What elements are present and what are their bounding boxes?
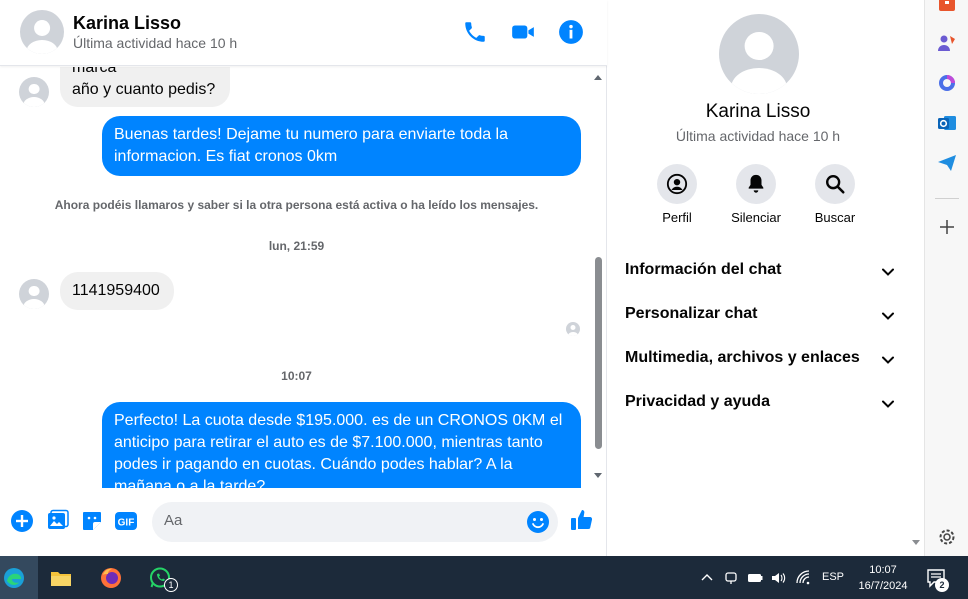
send-icon[interactable] bbox=[936, 152, 958, 174]
message-text: 1141959400 bbox=[72, 282, 160, 299]
message-text: marca bbox=[72, 67, 117, 76]
whatsapp-badge: 1 bbox=[164, 578, 178, 592]
message-outgoing[interactable]: Perfecto! La cuota desde $195.000. es de… bbox=[102, 402, 581, 488]
contact-avatar-small bbox=[19, 77, 49, 107]
mute-button[interactable]: Silenciar bbox=[720, 164, 792, 225]
phone-icon[interactable] bbox=[462, 19, 488, 45]
message-scrollbar[interactable] bbox=[593, 67, 607, 488]
message-input-box[interactable] bbox=[152, 502, 558, 542]
info-contact-status: Última actividad hace 10 h bbox=[675, 128, 841, 144]
sidebar-divider bbox=[935, 198, 959, 199]
search-button[interactable]: Buscar bbox=[799, 164, 871, 225]
chevron-up-icon[interactable] bbox=[699, 570, 715, 586]
outlook-icon[interactable] bbox=[936, 112, 958, 134]
contact-avatar[interactable] bbox=[20, 10, 64, 54]
emoji-icon[interactable] bbox=[526, 510, 550, 534]
clock-time: 10:07 bbox=[869, 564, 897, 576]
message-input[interactable] bbox=[164, 512, 514, 529]
plus-icon[interactable] bbox=[10, 509, 34, 533]
mute-label: Silenciar bbox=[731, 210, 781, 225]
system-notice: Ahora podéis llamaros y saber si la otra… bbox=[54, 198, 539, 212]
scroll-down-arrow[interactable] bbox=[594, 473, 602, 478]
message-text: Perfecto! La cuota desde $195.000. es de… bbox=[114, 412, 563, 488]
video-call-icon[interactable] bbox=[510, 19, 536, 45]
section-privacy-support[interactable]: Privacidad y ayuda bbox=[625, 393, 895, 421]
contact-name[interactable]: Karina Lisso bbox=[73, 13, 181, 34]
section-media-files-links[interactable]: Multimedia, archivos y enlaces bbox=[625, 349, 895, 377]
contact-status: Última actividad hace 10 h bbox=[73, 35, 238, 51]
profile-icon bbox=[657, 164, 697, 204]
games-icon[interactable] bbox=[936, 32, 958, 54]
taskbar-clock[interactable]: 10:07 16/7/2024 bbox=[850, 562, 916, 594]
thumbs-up-icon[interactable] bbox=[570, 508, 596, 534]
scroll-up-arrow[interactable] bbox=[594, 75, 602, 80]
chevron-down-icon bbox=[882, 356, 894, 364]
bell-icon bbox=[736, 164, 776, 204]
scroll-thumb[interactable] bbox=[595, 257, 602, 449]
info-contact-name: Karina Lisso bbox=[705, 101, 811, 122]
battery-icon[interactable] bbox=[747, 570, 763, 586]
clock-date: 16/7/2024 bbox=[858, 580, 908, 592]
chevron-down-icon bbox=[882, 312, 894, 320]
message-text: año y cuanto pedis? bbox=[72, 81, 216, 98]
section-label: Multimedia, archivos y enlaces bbox=[625, 349, 860, 366]
contact-avatar-large[interactable] bbox=[719, 14, 799, 94]
message-list[interactable]: marca año y cuanto pedis? Buenas tardes!… bbox=[0, 67, 593, 488]
meet-now-icon[interactable] bbox=[723, 570, 739, 586]
profile-label: Perfil bbox=[662, 210, 692, 225]
message-outgoing[interactable]: Buenas tardes! Dejame tu numero para env… bbox=[102, 116, 581, 176]
chevron-down-icon bbox=[882, 400, 894, 408]
file-explorer-icon[interactable] bbox=[38, 556, 84, 599]
composer: GIF bbox=[0, 496, 607, 551]
chevron-down-icon bbox=[882, 268, 894, 276]
settings-gear-icon[interactable] bbox=[936, 526, 958, 548]
section-label: Personalizar chat bbox=[625, 305, 758, 322]
gif-icon[interactable]: GIF bbox=[114, 509, 138, 533]
volume-icon[interactable] bbox=[770, 570, 786, 586]
chat-header: Karina Lisso Última actividad hace 10 h bbox=[0, 0, 607, 66]
language-indicator[interactable]: ESP bbox=[822, 571, 844, 583]
gif-label: GIF bbox=[118, 518, 135, 529]
sticker-icon[interactable] bbox=[80, 509, 104, 533]
notification-count: 2 bbox=[935, 578, 949, 592]
read-receipt-avatar bbox=[566, 322, 580, 336]
firefox-icon[interactable] bbox=[88, 556, 134, 599]
timestamp: lun, 21:59 bbox=[268, 239, 325, 253]
conversation-info-panel: Karina Lisso Última actividad hace 10 h … bbox=[608, 0, 924, 556]
chat-panel: Karina Lisso Última actividad hace 10 h … bbox=[0, 0, 607, 556]
search-icon bbox=[815, 164, 855, 204]
message-incoming[interactable]: 1141959400 bbox=[60, 272, 174, 310]
info-icon[interactable] bbox=[558, 19, 584, 45]
section-label: Privacidad y ayuda bbox=[625, 393, 770, 410]
timestamp: 10:07 bbox=[281, 369, 312, 383]
shopping-icon[interactable] bbox=[936, 0, 958, 14]
whatsapp-icon[interactable]: 1 bbox=[137, 556, 183, 599]
contact-avatar-small bbox=[19, 279, 49, 309]
profile-button[interactable]: Perfil bbox=[641, 164, 713, 225]
browser-sidebar bbox=[924, 0, 968, 556]
add-icon[interactable] bbox=[936, 216, 958, 238]
section-customize-chat[interactable]: Personalizar chat bbox=[625, 305, 895, 333]
windows-taskbar: 1 ESP 10:07 16/7/2024 2 bbox=[0, 556, 968, 599]
section-chat-info[interactable]: Información del chat bbox=[625, 261, 895, 289]
wifi-icon[interactable] bbox=[796, 570, 812, 586]
gallery-icon[interactable] bbox=[46, 509, 70, 533]
message-incoming[interactable]: marca año y cuanto pedis? bbox=[60, 67, 230, 107]
edge-browser-icon[interactable] bbox=[0, 556, 38, 599]
search-label: Buscar bbox=[814, 210, 856, 225]
copilot-icon[interactable] bbox=[936, 72, 958, 94]
message-text: Buenas tardes! Dejame tu numero para env… bbox=[114, 126, 509, 165]
section-label: Información del chat bbox=[625, 261, 782, 278]
info-scroll-down-arrow[interactable] bbox=[912, 540, 920, 545]
